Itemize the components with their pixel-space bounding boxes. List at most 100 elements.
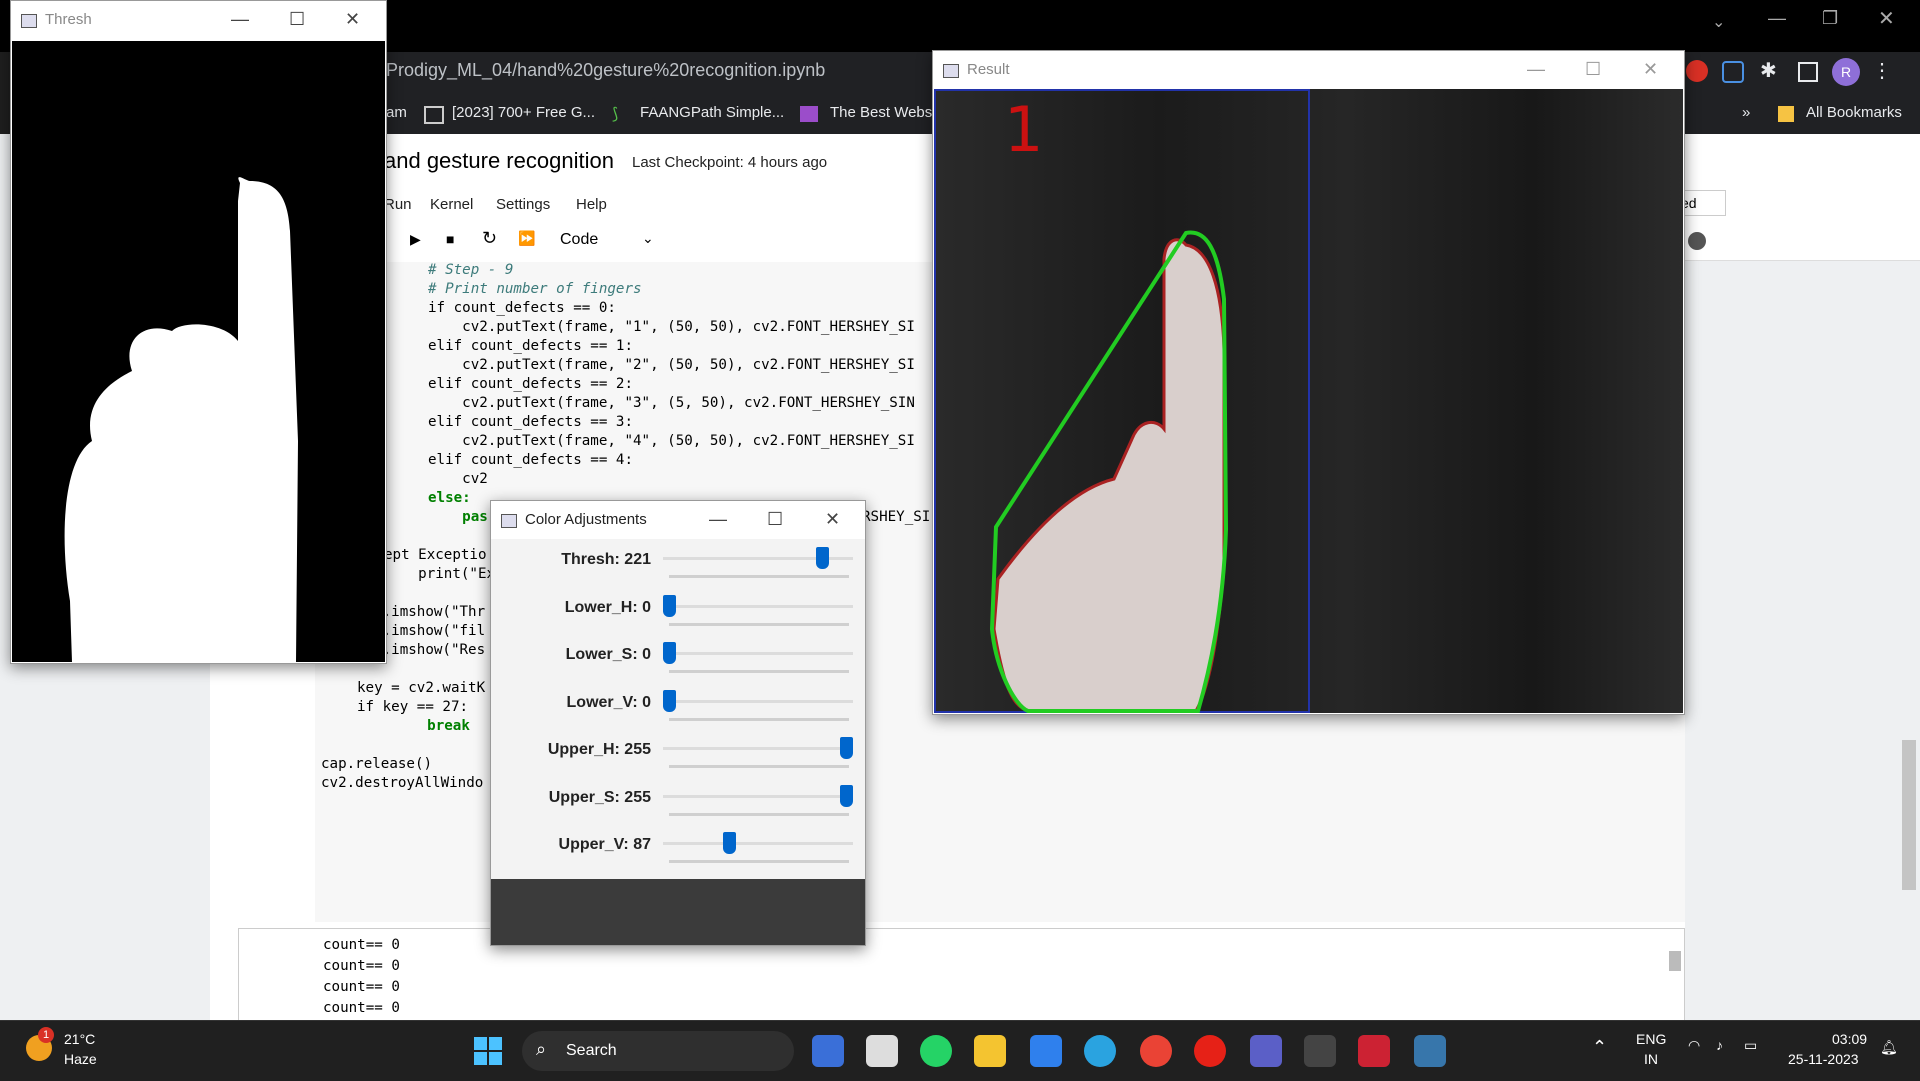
menu-help[interactable]: Help	[576, 196, 607, 213]
weather-desc[interactable]: Haze	[64, 1051, 97, 1067]
code-line: ept Exceptio	[384, 547, 487, 563]
window-icon	[21, 14, 37, 28]
thresh-window[interactable]: Thresh — ☐ ✕	[10, 0, 387, 664]
close-icon[interactable]: ✕	[1643, 59, 1658, 80]
trackbar-track[interactable]	[663, 699, 853, 703]
search-box[interactable]: ⌕ Search	[522, 1031, 794, 1071]
menu-icon[interactable]: ⋮	[1872, 58, 1892, 83]
trackbar-thumb[interactable]	[840, 737, 853, 759]
whatsapp-icon[interactable]	[920, 1035, 952, 1067]
telegram-icon[interactable]	[1084, 1035, 1116, 1067]
kernel-status[interactable]: ed	[1678, 190, 1726, 216]
code-line: elif count_defects == 2:	[428, 376, 633, 392]
trackbar-label: Lower_H: 0	[564, 598, 651, 616]
maximize-icon[interactable]: ☐	[1585, 59, 1601, 80]
cell-type-select[interactable]: Code	[560, 231, 598, 249]
restore-icon[interactable]: ❐	[1822, 8, 1838, 29]
close-icon[interactable]: ✕	[825, 509, 840, 530]
language-1[interactable]: ENG	[1636, 1031, 1666, 1047]
bookmark-item[interactable]: The Best Websit	[830, 104, 940, 121]
python-icon[interactable]	[1414, 1035, 1446, 1067]
extension-icon[interactable]	[1686, 60, 1708, 82]
trackbar-label: Upper_H: 255	[547, 741, 651, 758]
stop-icon[interactable]: ■	[446, 231, 454, 247]
trackbar-track[interactable]	[663, 604, 853, 608]
extension-icon[interactable]	[1722, 61, 1744, 83]
teams-icon[interactable]	[1250, 1035, 1282, 1067]
trackbar-track[interactable]	[663, 747, 853, 750]
color-adjustments-window[interactable]: Color Adjustments — ☐ ✕ Thresh: 221 Lower…	[490, 500, 866, 946]
bookmark-item[interactable]: [2023] 700+ Free G...	[452, 104, 595, 121]
code-line: if count_defects == 0:	[428, 300, 616, 316]
chevron-down-icon[interactable]: ⌄	[642, 230, 654, 247]
bookmark-item[interactable]: am	[386, 104, 407, 121]
snipping-tool-icon[interactable]	[1358, 1035, 1390, 1067]
color-titlebar[interactable]: Color Adjustments — ☐ ✕	[491, 501, 865, 539]
language-2[interactable]: IN	[1644, 1051, 1658, 1067]
start-icon[interactable]	[474, 1037, 502, 1065]
trackbar-thumb[interactable]	[723, 832, 737, 854]
weather-temp[interactable]: 21°C	[64, 1031, 95, 1047]
url-text[interactable]: Prodigy_ML_04/hand%20gesture%20recogniti…	[386, 60, 825, 81]
minimize-icon[interactable]: —	[1527, 59, 1545, 80]
window-icon	[943, 64, 959, 78]
fast-forward-icon[interactable]: ⏩	[518, 230, 535, 247]
menu-settings[interactable]: Settings	[496, 196, 550, 213]
code-line: if key == 27:	[357, 699, 469, 715]
all-bookmarks[interactable]: All Bookmarks	[1806, 104, 1902, 121]
notebook-title[interactable]: and gesture recognition	[384, 148, 614, 174]
terminal-icon[interactable]	[1304, 1035, 1336, 1067]
minimize-icon[interactable]: —	[231, 9, 249, 30]
trackbar-label: Lower_S: 0	[565, 646, 651, 663]
chrome-icon[interactable]	[1140, 1035, 1172, 1067]
trackbar-thumb[interactable]	[663, 642, 676, 664]
trackbar-track[interactable]	[663, 842, 853, 845]
trackbar-track[interactable]	[663, 794, 853, 798]
clock-time[interactable]: 03:09	[1832, 1031, 1867, 1047]
menu-run[interactable]: Run	[384, 196, 412, 213]
volume-icon[interactable]: ♪	[1716, 1037, 1723, 1053]
result-window[interactable]: Result — ☐ ✕ 1	[932, 50, 1685, 715]
file-explorer-icon[interactable]	[974, 1035, 1006, 1067]
maximize-icon[interactable]: ☐	[289, 9, 305, 30]
page-scrollbar[interactable]	[1902, 740, 1916, 890]
output-line: count== 0	[323, 1000, 400, 1016]
trackbar-panel: Thresh: 221 Lower_H: 0 Lower_S: 0 Lower_V: …	[491, 539, 865, 879]
youtube-icon[interactable]	[1194, 1035, 1226, 1067]
minimize-icon[interactable]: —	[1768, 8, 1786, 29]
minimize-icon[interactable]: —	[709, 509, 727, 530]
battery-icon[interactable]: ▭	[1744, 1037, 1757, 1054]
restart-icon[interactable]: ↻	[482, 228, 497, 249]
code-line: cap.release()	[321, 756, 433, 772]
trackbar-track[interactable]	[663, 652, 853, 655]
more-bookmarks[interactable]: »	[1742, 104, 1750, 121]
trackbar-thumb[interactable]	[663, 594, 676, 617]
trackbar-thumb[interactable]	[840, 784, 853, 807]
wifi-icon[interactable]: ◠	[1688, 1037, 1700, 1054]
tray-chevron-icon[interactable]: ⌃	[1592, 1037, 1607, 1058]
bookmark-item[interactable]: FAANGPath Simple...	[640, 104, 784, 121]
notification-icon[interactable]: 🔔︎	[1880, 1039, 1898, 1056]
result-titlebar[interactable]: Result — ☐ ✕	[933, 51, 1684, 89]
color-window-canvas	[491, 879, 865, 945]
output-scrollbar[interactable]	[1669, 951, 1681, 971]
menu-kernel[interactable]: Kernel	[430, 196, 473, 213]
camera-frame: 1	[934, 89, 1683, 713]
avatar[interactable]: R	[1832, 58, 1860, 86]
copilot-icon[interactable]	[812, 1035, 844, 1067]
close-icon[interactable]: ✕	[345, 9, 360, 30]
close-icon[interactable]: ✕	[1878, 6, 1895, 31]
trackbar-thumb[interactable]	[663, 689, 676, 712]
tab-search-icon[interactable]: ⌄	[1712, 12, 1725, 32]
trackbar-label: Thresh: 221	[561, 551, 651, 568]
run-icon[interactable]: ▶	[410, 231, 421, 248]
maximize-icon[interactable]: ☐	[767, 509, 783, 530]
trackbar-thumb[interactable]	[816, 547, 830, 569]
clock-date[interactable]: 25-11-2023	[1788, 1051, 1859, 1067]
puzzle-icon[interactable]: ✱	[1760, 58, 1777, 83]
code-line: else:	[428, 490, 471, 506]
thresh-titlebar[interactable]: Thresh — ☐ ✕	[11, 1, 386, 39]
vscode-icon[interactable]	[1030, 1035, 1062, 1067]
side-panel-icon[interactable]	[1798, 62, 1818, 82]
task-view-icon[interactable]	[866, 1035, 898, 1067]
